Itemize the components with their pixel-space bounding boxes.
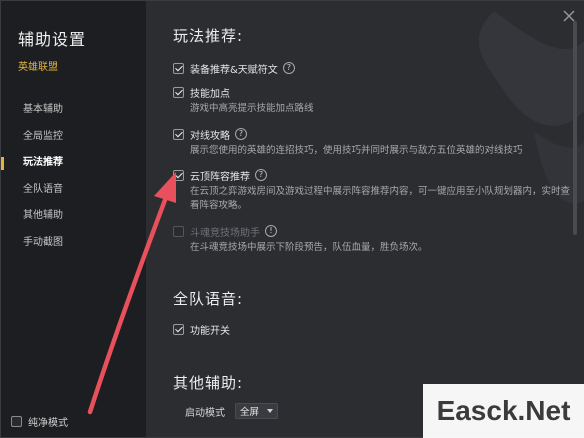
option-description: 在云顶之弈游戏房间及游戏过程中展示阵容推荐内容，可一键应用至小队规划器内，实时查… <box>190 186 571 211</box>
option-label: 功能开关 <box>190 325 230 337</box>
option-skill-points: 技能加点 游戏中高亮提示技能加点路线 <box>173 85 578 116</box>
section-title-voice: 全队语音: <box>173 290 244 308</box>
sidebar-nav: 基本辅助 全局监控 玩法推荐 全队语音 其他辅助 手动截图 <box>1 97 146 256</box>
option-label: 云顶阵容推荐 <box>190 171 250 183</box>
option-lane-guide: 对线攻略 ? 展示您使用的英雄的连招技巧，使用技巧并同时展示与敌方五位英雄的对线… <box>173 127 578 158</box>
watermark: Easck.Net <box>423 384 584 438</box>
sidebar-item-play-recommend[interactable]: 玩法推荐 <box>1 150 146 177</box>
sidebar: 辅助设置 英雄联盟 基本辅助 全局监控 玩法推荐 全队语音 其他辅助 手动截图 … <box>1 1 146 437</box>
sidebar-item-screenshot[interactable]: 手动截图 <box>1 230 146 257</box>
option-equipment-runes: 装备推荐&天赋符文 ? <box>173 61 295 76</box>
sidebar-item-other[interactable]: 其他辅助 <box>1 203 146 230</box>
start-mode-value: 全屏 <box>240 407 260 418</box>
sidebar-title: 辅助设置 <box>18 30 87 49</box>
option-description: 游戏中高亮提示技能加点路线 <box>190 103 314 114</box>
arena-helper-checkbox[interactable] <box>173 225 184 237</box>
option-tft-lineup: 云顶阵容推荐 ? 在云顶之弈游戏房间及游戏过程中展示阵容推荐内容，可一键应用至小… <box>173 168 578 213</box>
lane-guide-checkbox[interactable] <box>173 128 184 140</box>
info-icon[interactable]: ! <box>265 225 277 237</box>
equipment-runes-checkbox[interactable] <box>173 62 184 74</box>
skill-points-checkbox[interactable] <box>173 86 184 98</box>
help-icon[interactable]: ? <box>282 62 295 74</box>
settings-window: 辅助设置 英雄联盟 基本辅助 全局监控 玩法推荐 全队语音 其他辅助 手动截图 … <box>0 0 584 438</box>
pure-mode-checkbox[interactable] <box>11 416 22 427</box>
option-voice-toggle: 功能开关 <box>173 322 230 337</box>
section-title-play: 玩法推荐: <box>173 27 244 45</box>
start-mode-select[interactable]: 全屏 <box>235 403 278 419</box>
pure-mode-label: 纯净模式 <box>28 418 68 429</box>
start-mode-row: 启动模式 全屏 <box>185 403 278 419</box>
option-description: 展示您使用的英雄的连招技巧，使用技巧并同时展示与敌方五位英雄的对线技巧 <box>190 145 523 156</box>
main-panel: 玩法推荐: 装备推荐&天赋符文 ? 技能加点 游戏中高亮提示技能加点路线 对线攻… <box>146 1 584 437</box>
option-description: 在斗魂竞技场中展示下阶段预告，队伍血量，胜负场次。 <box>190 242 428 253</box>
pure-mode-toggle[interactable]: 纯净模式 <box>11 414 68 429</box>
start-mode-label: 启动模式 <box>185 407 225 419</box>
section-title-other: 其他辅助: <box>173 374 244 392</box>
option-label: 技能加点 <box>190 88 230 100</box>
help-icon[interactable]: ? <box>235 128 247 140</box>
option-label: 斗魂竞技场助手 <box>190 227 260 239</box>
sidebar-item-basic[interactable]: 基本辅助 <box>1 97 146 124</box>
tft-lineup-checkbox[interactable] <box>173 169 184 181</box>
option-label: 对线攻略 <box>190 130 230 142</box>
sidebar-item-global-monitor[interactable]: 全局监控 <box>1 124 146 151</box>
sidebar-item-team-voice[interactable]: 全队语音 <box>1 177 146 204</box>
voice-toggle-checkbox[interactable] <box>173 323 184 335</box>
chevron-down-icon <box>267 409 273 413</box>
game-name: 英雄联盟 <box>18 62 58 73</box>
option-arena-helper: 斗魂竞技场助手 ! 在斗魂竞技场中展示下阶段预告，队伍血量，胜负场次。 <box>173 224 578 255</box>
option-label: 装备推荐&天赋符文 <box>190 64 278 76</box>
help-icon[interactable]: ? <box>255 169 267 181</box>
